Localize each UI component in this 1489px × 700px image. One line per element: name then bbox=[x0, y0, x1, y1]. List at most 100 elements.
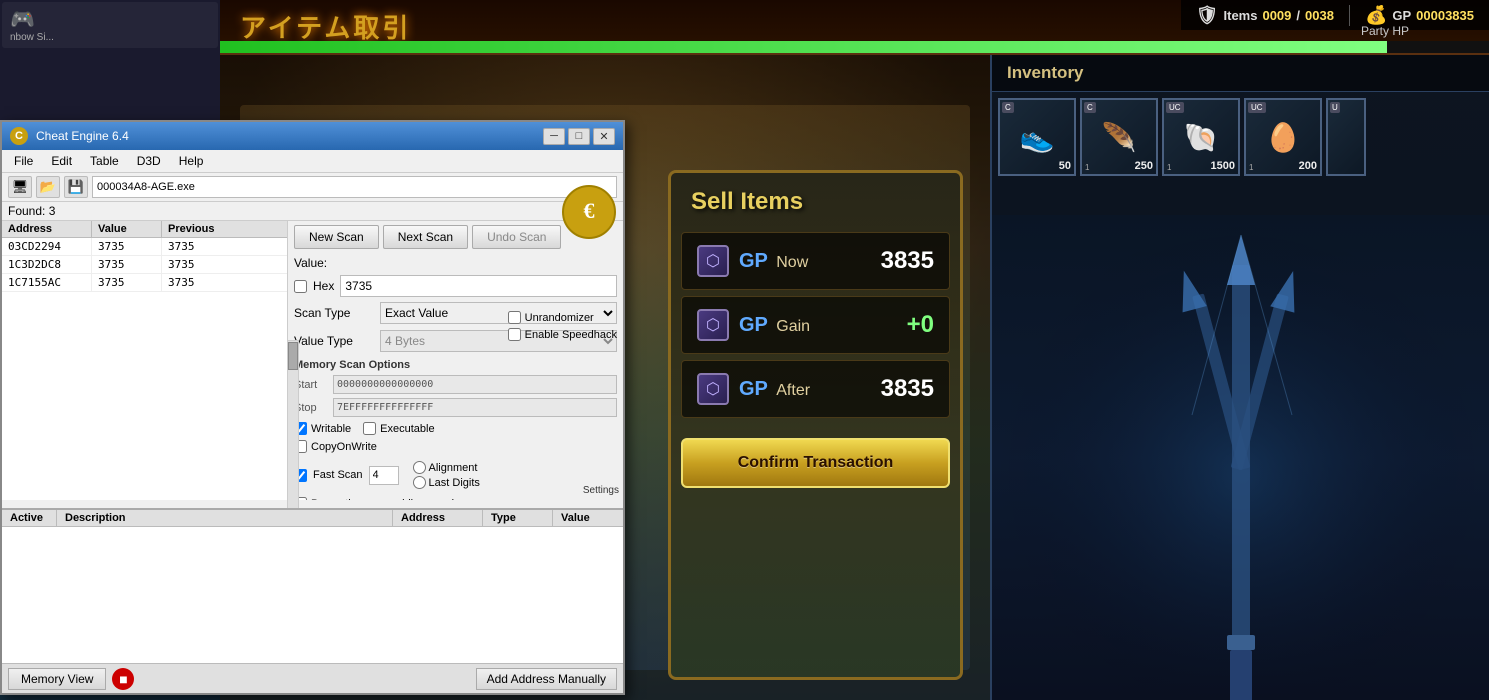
ce-main-area: Address Value Previous 03CD2294 3735 373… bbox=[2, 220, 623, 500]
right-panel: Inventory C 👟 50 C 🪶 250 1 UC 🐚 1500 1 U… bbox=[990, 55, 1489, 700]
item-1-count: 50 bbox=[1059, 160, 1071, 172]
unrandomizer-checkbox[interactable] bbox=[508, 311, 521, 324]
settings-icon-area[interactable]: Settings bbox=[583, 485, 619, 496]
col-address-header: Address bbox=[2, 221, 92, 237]
item-3-count: 1500 bbox=[1211, 160, 1235, 172]
ce-addr-table-body bbox=[2, 527, 623, 680]
close-button[interactable]: ✕ bbox=[593, 128, 615, 145]
copy-on-write-label: CopyOnWrite bbox=[311, 441, 377, 453]
row-1-address: 03CD2294 bbox=[2, 238, 92, 255]
table-row[interactable]: 1C7155AC 3735 3735 bbox=[2, 274, 287, 292]
last-digits-label: Last Digits bbox=[429, 477, 480, 489]
fast-scan-label: Fast Scan bbox=[313, 469, 363, 481]
ce-titlebar: C Cheat Engine 6.4 ─ □ ✕ bbox=[2, 122, 623, 150]
speedhack-label: Enable Speedhack bbox=[525, 329, 617, 341]
add-address-manually-button[interactable]: Add Address Manually bbox=[476, 668, 617, 690]
fast-scan-value-input[interactable] bbox=[369, 466, 399, 485]
writable-executable-row: Writable Executable bbox=[294, 419, 617, 438]
gp-now-label: GP Now bbox=[739, 250, 808, 273]
minimize-button[interactable]: ─ bbox=[543, 128, 565, 145]
inventory-item-5[interactable]: U bbox=[1326, 98, 1366, 176]
hex-checkbox[interactable] bbox=[294, 280, 307, 293]
ce-bottom-left: Memory View ■ bbox=[2, 668, 140, 690]
col-addr: Address bbox=[393, 510, 483, 526]
toolbar-btn-2[interactable]: 📂 bbox=[36, 176, 60, 198]
items-display: 🛡 Items 0009 / 0038 bbox=[1181, 5, 1349, 26]
stop-row: Stop bbox=[294, 396, 617, 419]
confirm-transaction-button[interactable]: Confirm Transaction bbox=[681, 438, 950, 488]
process-input[interactable] bbox=[92, 176, 617, 198]
maximize-button[interactable]: □ bbox=[568, 128, 590, 145]
gp-gain-row: ⬡ GP Gain +0 bbox=[681, 296, 950, 354]
taskbar-item-1[interactable]: 🎮 nbow Si... bbox=[2, 2, 218, 48]
item-4-count: 200 bbox=[1299, 160, 1317, 172]
row-3-address: 1C7155AC bbox=[2, 274, 92, 291]
ce-window-title: Cheat Engine 6.4 bbox=[36, 129, 129, 143]
gp-display: 💰 GP 00003835 bbox=[1349, 5, 1489, 26]
pause-game-label: Pause the game while scanning bbox=[311, 498, 466, 501]
toolbar-btn-3[interactable]: 💾 bbox=[64, 176, 88, 198]
speedhack-checkbox[interactable] bbox=[508, 328, 521, 341]
pause-game-row: Pause the game while scanning bbox=[294, 495, 617, 500]
menu-help[interactable]: Help bbox=[171, 152, 212, 170]
inventory-header: Inventory bbox=[992, 55, 1489, 92]
ce-scrollbar-thumb[interactable] bbox=[288, 342, 298, 370]
table-row[interactable]: 03CD2294 3735 3735 bbox=[2, 238, 287, 256]
alignment-radio[interactable] bbox=[413, 461, 426, 474]
table-row[interactable]: 1C3D2DC8 3735 3735 bbox=[2, 256, 287, 274]
copy-on-write-row: CopyOnWrite bbox=[294, 438, 617, 455]
alignment-radio-row: Alignment bbox=[413, 461, 480, 474]
weapon-svg bbox=[992, 215, 1489, 700]
value-type-label: Value Type bbox=[294, 334, 374, 348]
stop-value-input[interactable] bbox=[333, 398, 617, 417]
inventory-item-3[interactable]: UC 🐚 1500 1 bbox=[1162, 98, 1240, 176]
confirm-btn-container[interactable]: Confirm Transaction bbox=[681, 438, 950, 488]
stop-icon[interactable]: ■ bbox=[112, 668, 134, 690]
stop-label: Stop bbox=[294, 402, 329, 414]
gp-gain-label: GP Gain bbox=[739, 314, 810, 337]
new-scan-button[interactable]: New Scan bbox=[294, 225, 379, 249]
executable-checkbox[interactable] bbox=[363, 422, 376, 435]
start-value-input[interactable] bbox=[333, 375, 617, 394]
inventory-item-4[interactable]: UC 🥚 200 1 bbox=[1244, 98, 1322, 176]
last-digits-radio[interactable] bbox=[413, 476, 426, 489]
gp-after-label: GP After bbox=[739, 378, 810, 401]
item-4-badge: UC bbox=[1248, 102, 1266, 113]
hex-row: Hex bbox=[294, 273, 617, 299]
taskbar-left: 🎮 nbow Si... bbox=[0, 0, 220, 120]
value-row: Value: bbox=[294, 253, 617, 273]
right-checkboxes: Unrandomizer Enable Speedhack bbox=[508, 311, 617, 341]
menu-edit[interactable]: Edit bbox=[43, 152, 80, 170]
start-row: Start bbox=[294, 373, 617, 396]
inventory-items-row: C 👟 50 C 🪶 250 1 UC 🐚 1500 1 UC 🥚 200 1 … bbox=[992, 92, 1489, 182]
row-2-value: 3735 bbox=[92, 256, 162, 273]
menu-file[interactable]: File bbox=[6, 152, 41, 170]
item-2-stack: 1 bbox=[1085, 163, 1089, 172]
col-type: Type bbox=[483, 510, 553, 526]
party-hp-label: Party HP bbox=[1361, 24, 1409, 38]
weapon-display-area bbox=[992, 215, 1489, 700]
hex-value-input[interactable] bbox=[340, 275, 617, 297]
item-3-badge: UC bbox=[1166, 102, 1184, 113]
menu-table[interactable]: Table bbox=[82, 152, 127, 170]
alignment-label: Alignment bbox=[429, 462, 478, 474]
xp-bar bbox=[220, 41, 1387, 53]
memory-view-button[interactable]: Memory View bbox=[8, 668, 106, 690]
item-1-badge: C bbox=[1002, 102, 1014, 113]
executable-row: Executable bbox=[363, 422, 434, 435]
menu-d3d[interactable]: D3D bbox=[129, 152, 169, 170]
sell-dialog-title: Sell Items bbox=[671, 173, 960, 226]
gp-gain-value: +0 bbox=[907, 311, 934, 339]
last-digits-radio-row: Last Digits bbox=[413, 476, 480, 489]
inventory-item-2[interactable]: C 🪶 250 1 bbox=[1080, 98, 1158, 176]
next-scan-button[interactable]: Next Scan bbox=[383, 225, 468, 249]
toolbar-btn-1[interactable]: 🖥 bbox=[8, 176, 32, 198]
inventory-item-1[interactable]: C 👟 50 bbox=[998, 98, 1076, 176]
writable-label: Writable bbox=[311, 423, 351, 435]
ce-window-controls[interactable]: ─ □ ✕ bbox=[543, 128, 615, 145]
col-previous-header: Previous bbox=[162, 221, 220, 237]
undo-scan-button[interactable]: Undo Scan bbox=[472, 225, 561, 249]
item-4-stack: 1 bbox=[1249, 163, 1253, 172]
gp-after-row: ⬡ GP After 3835 bbox=[681, 360, 950, 418]
value-label: Value: bbox=[294, 256, 327, 270]
